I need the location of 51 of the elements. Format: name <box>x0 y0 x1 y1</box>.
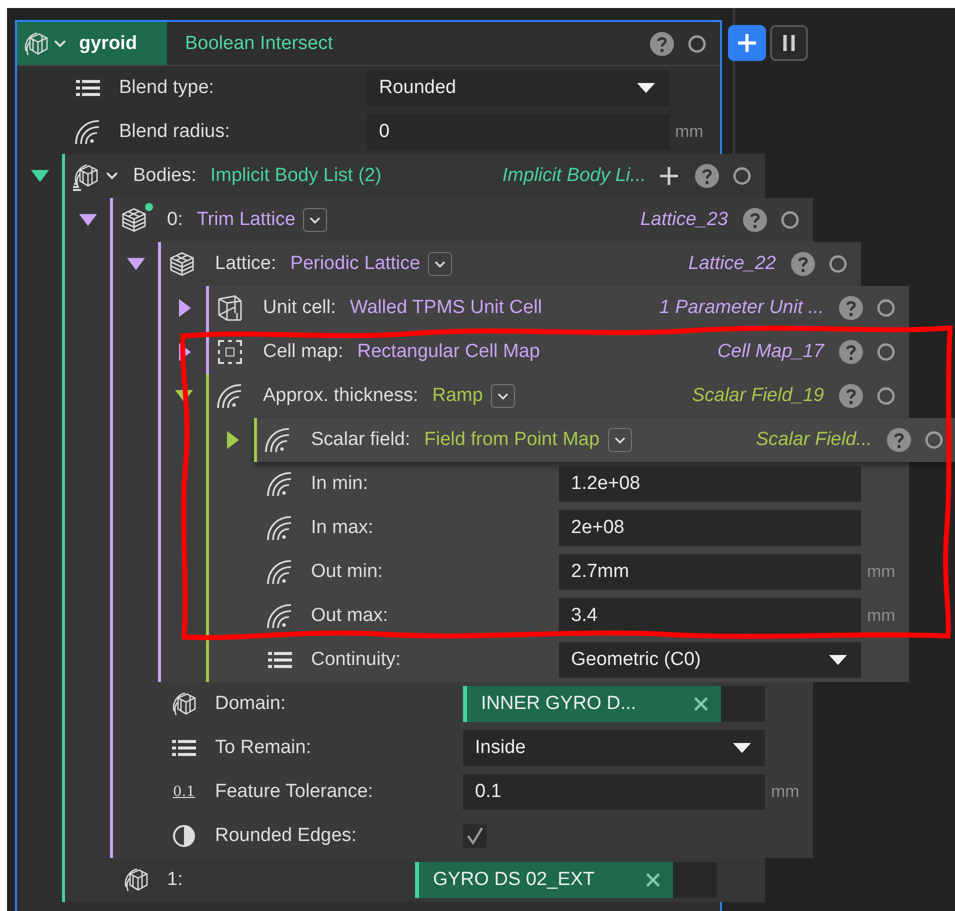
dropdown[interactable]: Inside <box>463 730 765 766</box>
instance-name: Lattice_23 <box>640 209 728 231</box>
unit-label: mm <box>771 782 800 802</box>
instance-name: Cell Map_17 <box>717 341 824 363</box>
node-label: Scalar field: <box>311 429 410 451</box>
decimal-label: 0.1 <box>172 784 196 800</box>
node-type: Field from Point Map <box>424 429 600 451</box>
number-field[interactable]: 2e+08 <box>559 510 861 546</box>
field-label: Continuity: <box>311 649 402 671</box>
node-type: Trim Lattice <box>196 209 296 231</box>
unit-label: mm <box>867 562 896 582</box>
body-chip[interactable]: GYRO DS 02_EXT <box>415 862 673 898</box>
instance-name: Scalar Field... <box>756 429 872 451</box>
node-type: Periodic Lattice <box>290 253 420 275</box>
number-field[interactable]: 2.7mm <box>559 554 861 590</box>
node-type: Ramp <box>432 385 483 407</box>
instance-name: Lattice_22 <box>688 253 776 275</box>
node-name: gyroid <box>79 32 138 54</box>
field-label: In min: <box>311 473 370 495</box>
node-label: Unit cell: <box>263 297 336 319</box>
node-type: Implicit Body List (2) <box>210 165 382 187</box>
unit-label: mm <box>675 122 704 142</box>
number-field[interactable]: 0 <box>367 114 669 150</box>
field-label: Out min: <box>311 561 384 583</box>
node-label: Cell map: <box>263 341 344 363</box>
body-chip[interactable]: INNER GYRO D... <box>463 686 721 722</box>
node-label: Approx. thickness: <box>263 385 418 407</box>
number-field[interactable]: 3.4 <box>559 598 861 634</box>
dropdown[interactable]: Rounded <box>367 70 669 106</box>
instance-name: Scalar Field_19 <box>692 385 824 407</box>
node-label: 0: <box>167 209 183 231</box>
node-type: Rectangular Cell Map <box>357 341 540 363</box>
field-label: 1: <box>167 869 184 891</box>
number-field[interactable]: 0.1 <box>463 774 765 810</box>
node-type: Boolean Intersect <box>185 32 333 54</box>
field-label: Feature Tolerance: <box>215 781 374 803</box>
field-label: Domain: <box>215 693 287 715</box>
field-label: To Remain: <box>215 737 312 759</box>
field-label: Out max: <box>311 605 390 627</box>
instance-name: 1 Parameter Unit ... <box>659 297 824 319</box>
field-label: Rounded Edges: <box>215 825 358 847</box>
number-field[interactable]: 1.2e+08 <box>559 466 861 502</box>
node-label: Bodies: <box>133 165 196 187</box>
dropdown[interactable]: Geometric (C0) <box>559 642 861 678</box>
field-label: Blend radius: <box>119 121 231 143</box>
instance-name: Implicit Body Li... <box>502 165 646 187</box>
field-label: Blend type: <box>119 77 216 99</box>
unit-label: mm <box>867 606 896 626</box>
node-label: Lattice: <box>215 253 276 275</box>
node-type: Walled TPMS Unit Cell <box>350 297 542 319</box>
field-label: In max: <box>311 517 374 539</box>
